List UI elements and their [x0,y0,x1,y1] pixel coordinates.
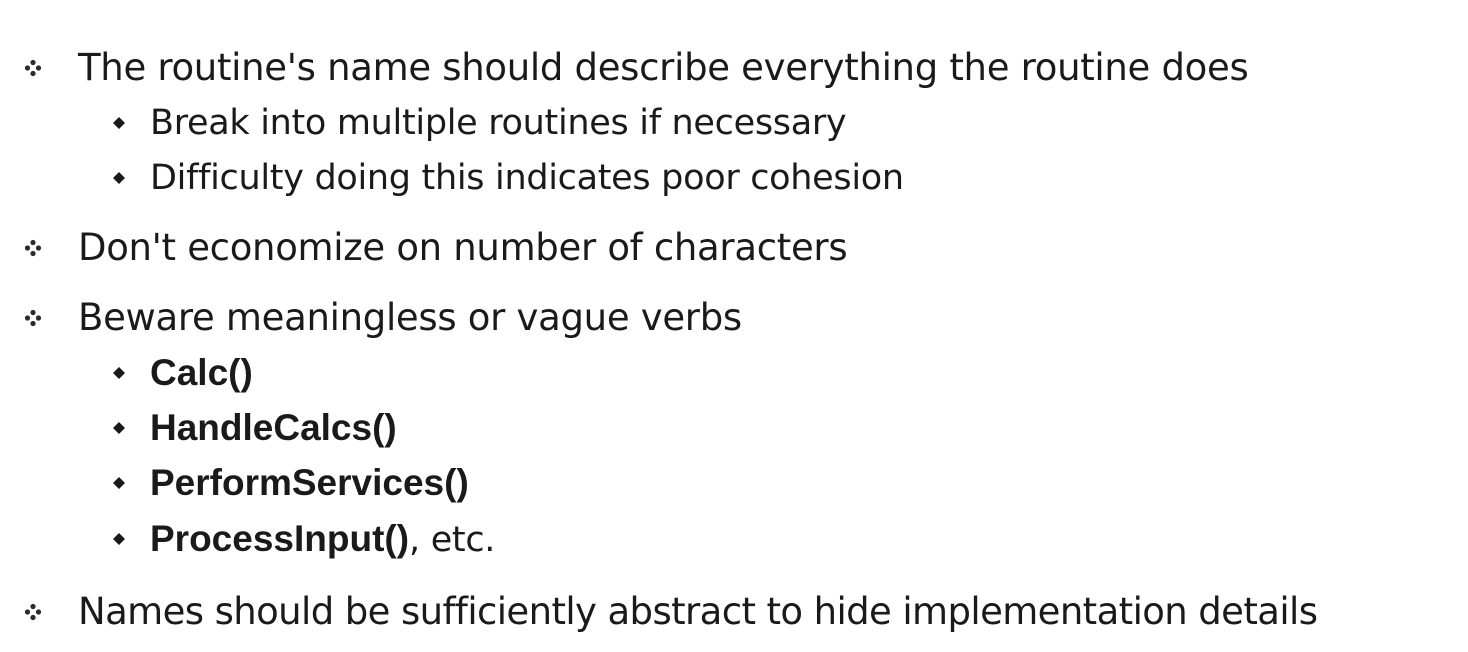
diamond-bullet-icon [24,603,42,621]
small-diamond-bullet-icon [113,422,125,434]
diamond-bullet-icon [24,59,42,77]
etc-suffix: , etc. [409,520,496,560]
bullet-item: Don't economize on number of characters [0,222,1468,274]
small-diamond-bullet-icon [113,172,125,184]
sub-bullet-item: ProcessInput(), etc. [0,513,1468,565]
bullet-text: Names should be sufficiently abstract to… [78,590,1318,633]
sub-bullet-text: Difficulty doing this indicates poor coh… [150,158,904,198]
bullet-text: Beware meaningless or vague verbs [78,296,742,339]
sub-bullet-text: PerformServices() [150,457,469,510]
sub-bullet-item: HandleCalcs() [0,402,1468,454]
sub-bullet-text: ProcessInput(), etc. [150,513,495,566]
sub-bullet-item: Break into multiple routines if necessar… [0,97,1468,149]
diamond-bullet-icon [24,309,42,327]
bullet-text: The routine's name should describe every… [78,46,1249,89]
code-text: Calc() [150,352,253,393]
diamond-bullet-icon [24,239,42,257]
small-diamond-bullet-icon [113,117,125,129]
sub-bullet-item: Difficulty doing this indicates poor coh… [0,152,1468,204]
sub-bullet-item: PerformServices() [0,457,1468,509]
sub-bullet-item: Calc() [0,347,1468,399]
code-text: HandleCalcs() [150,407,397,448]
bullet-item: The routine's name should describe every… [0,42,1468,94]
sub-bullet-text: Break into multiple routines if necessar… [150,103,847,143]
bullet-text: Don't economize on number of characters [78,226,848,269]
small-diamond-bullet-icon [113,477,125,489]
code-text: PerformServices() [150,462,469,503]
bullet-item: Names should be sufficiently abstract to… [0,586,1468,638]
sub-bullet-text: HandleCalcs() [150,402,397,455]
bullet-item: Beware meaningless or vague verbs [0,292,1468,344]
slide: The routine's name should describe every… [0,0,1468,652]
small-diamond-bullet-icon [113,533,125,545]
code-text: ProcessInput() [150,518,410,559]
sub-bullet-text: Calc() [150,347,253,400]
small-diamond-bullet-icon [113,367,125,379]
